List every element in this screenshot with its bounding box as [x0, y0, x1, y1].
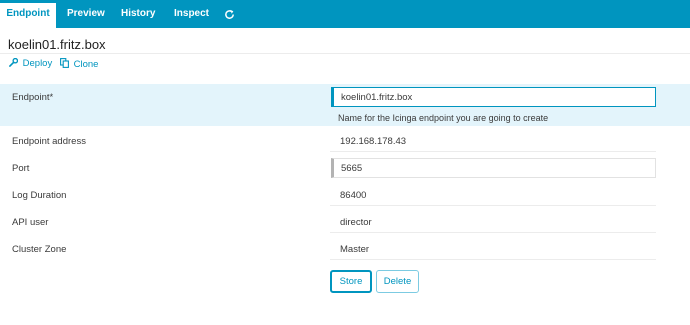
cluster-zone-value: Master [340, 244, 370, 255]
port-label: Port [12, 163, 30, 174]
log-duration-label: Log Duration [12, 190, 67, 201]
tab-endpoint[interactable]: Endpoint [0, 0, 56, 28]
title-divider [0, 53, 690, 54]
tab-history[interactable]: History [121, 0, 155, 28]
api-user-label: API user [12, 217, 49, 228]
endpoint-field[interactable] [331, 87, 656, 107]
clone-label: Clone [73, 59, 99, 70]
clone-link[interactable]: Clone [60, 58, 98, 70]
tab-preview[interactable]: Preview [67, 0, 105, 28]
deploy-link[interactable]: Deploy [9, 57, 53, 70]
row-divider [330, 232, 656, 233]
port-field[interactable] [331, 158, 656, 178]
endpoint-hint: Name for the Icinga endpoint you are goi… [338, 113, 549, 123]
row-divider [330, 259, 656, 260]
row-divider [330, 205, 656, 206]
endpoint-address-label: Endpoint address [12, 136, 86, 147]
copy-icon [60, 58, 74, 70]
row-divider [330, 151, 656, 152]
wrench-icon [9, 57, 23, 69]
log-duration-value: 86400 [340, 190, 367, 201]
endpoint-label: Endpoint* [12, 92, 54, 103]
refresh-icon[interactable] [224, 0, 236, 28]
endpoint-address-value: 192.168.178.43 [340, 136, 407, 147]
tab-inspect[interactable]: Inspect [174, 0, 209, 28]
page-title: koelin01.fritz.box [8, 37, 106, 52]
api-user-value: director [340, 217, 372, 228]
cluster-zone-label: Cluster Zone [12, 244, 67, 255]
tab-bar: Endpoint Preview History Inspect [0, 0, 690, 28]
deploy-label: Deploy [22, 58, 53, 69]
store-button[interactable]: Store [330, 270, 372, 293]
delete-button[interactable]: Delete [376, 270, 419, 293]
